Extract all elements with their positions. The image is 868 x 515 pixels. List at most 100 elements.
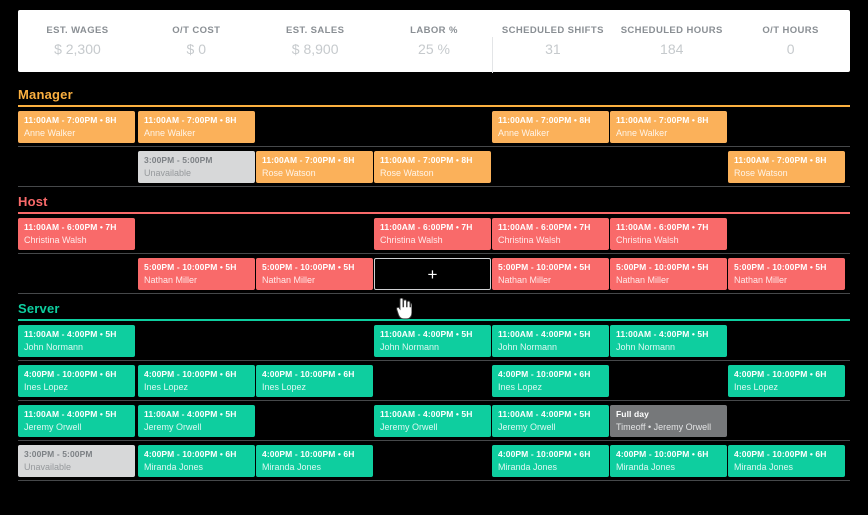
shift-cell[interactable]: 11:00AM - 4:00PM • 5H Jeremy Orwell: [374, 405, 491, 437]
stat-value: 0: [786, 41, 795, 57]
section-host: Host 11:00AM - 6:00PM • 7H Christina Walsh…: [0, 187, 868, 294]
shift-cell[interactable]: 4:00PM - 10:00PM • 6H Miranda Jones: [138, 445, 255, 477]
shift-time: 11:00AM - 4:00PM • 5H: [144, 409, 237, 419]
stat-est-wages: EST. WAGES $ 2,300: [18, 25, 137, 57]
shift-person: Christina Walsh: [380, 235, 443, 245]
shift-person: Anne Walker: [616, 128, 668, 138]
shift-person: John Normann: [616, 342, 676, 352]
shift-person: Anne Walker: [144, 128, 196, 138]
shift-cell[interactable]: 4:00PM - 10:00PM • 6H Ines Lopez: [492, 365, 609, 397]
shift-time: 5:00PM - 10:00PM • 5H: [262, 262, 355, 272]
shift-cell[interactable]: 11:00AM - 7:00PM • 8H Rose Watson: [256, 151, 373, 183]
stat-est-sales: EST. SALES $ 8,900: [256, 25, 375, 57]
shift-time: 4:00PM - 10:00PM • 6H: [262, 369, 355, 379]
shift-time: 11:00AM - 4:00PM • 5H: [380, 409, 473, 419]
shift-cell[interactable]: 4:00PM - 10:00PM • 6H Ines Lopez: [18, 365, 135, 397]
add-shift-cell[interactable]: +: [374, 258, 491, 290]
section-manager: Manager 11:00AM - 7:00PM • 8H Anne Walker 1…: [0, 80, 868, 187]
shift-cell[interactable]: 11:00AM - 4:00PM • 5H John Normann: [492, 325, 609, 357]
shift-cell[interactable]: 4:00PM - 10:00PM • 6H Miranda Jones: [610, 445, 727, 477]
schedule-page: EST. WAGES $ 2,300 O/T COST $ 0 EST. SALES $ …: [0, 0, 868, 515]
shift-person: Ines Lopez: [144, 382, 189, 392]
shift-cell[interactable]: 11:00AM - 7:00PM • 8H Anne Walker: [610, 111, 727, 143]
shift-cell[interactable]: 4:00PM - 10:00PM • 6H Ines Lopez: [728, 365, 845, 397]
shift-cell[interactable]: 11:00AM - 4:00PM • 5H John Normann: [374, 325, 491, 357]
shift-cell[interactable]: 11:00AM - 7:00PM • 8H Rose Watson: [374, 151, 491, 183]
shift-cell[interactable]: 5:00PM - 10:00PM • 5H Nathan Miller: [138, 258, 255, 290]
stat-label: EST. SALES: [285, 25, 345, 36]
shift-time: 4:00PM - 10:00PM • 6H: [262, 449, 355, 459]
section-title-server: Server: [18, 301, 60, 316]
shift-cell[interactable]: 11:00AM - 7:00PM • 8H Anne Walker: [138, 111, 255, 143]
unavailable-cell[interactable]: 3:00PM - 5:00PM Unavailable: [138, 151, 255, 183]
schedule-row-track: 11:00AM - 6:00PM • 7H Christina Walsh 11:0…: [18, 214, 850, 253]
shift-cell[interactable]: 11:00AM - 6:00PM • 7H Christina Walsh: [610, 218, 727, 250]
schedule-row-track: 4:00PM - 10:00PM • 6H Ines Lopez 4:00PM - …: [18, 361, 850, 400]
schedule-row: 11:00AM - 4:00PM • 5H Jeremy Orwell 11:00A…: [18, 401, 850, 441]
shift-time: 11:00AM - 6:00PM • 7H: [498, 222, 591, 232]
timeoff-cell[interactable]: Full day Timeoff • Jeremy Orwell: [610, 405, 727, 437]
shift-person: Anne Walker: [24, 128, 76, 138]
shift-cell[interactable]: 5:00PM - 10:00PM • 5H Nathan Miller: [256, 258, 373, 290]
shift-cell[interactable]: 11:00AM - 4:00PM • 5H John Normann: [610, 325, 727, 357]
shift-cell[interactable]: 11:00AM - 4:00PM • 5H John Normann: [18, 325, 135, 357]
stat-label: LABOR %: [410, 25, 458, 36]
shift-cell[interactable]: 11:00AM - 4:00PM • 5H Jeremy Orwell: [492, 405, 609, 437]
schedule-grid: Manager 11:00AM - 7:00PM • 8H Anne Walker 1…: [0, 80, 868, 481]
shift-person: Rose Watson: [734, 168, 788, 178]
shift-cell[interactable]: 11:00AM - 7:00PM • 8H Rose Watson: [728, 151, 845, 183]
schedule-row-track: 3:00PM - 5:00PM Unavailable 4:00PM - 10:00…: [18, 441, 850, 480]
shift-person: Anne Walker: [498, 128, 550, 138]
shift-time: 5:00PM - 10:00PM • 5H: [144, 262, 237, 272]
shift-cell[interactable]: 4:00PM - 10:00PM • 6H Miranda Jones: [492, 445, 609, 477]
schedule-row-track: 11:00AM - 4:00PM • 5H John Normann 11:00AM…: [18, 321, 850, 360]
shift-cell[interactable]: 11:00AM - 6:00PM • 7H Christina Walsh: [18, 218, 135, 250]
stat-label: O/T COST: [172, 25, 221, 36]
stat-scheduled-hours: SCHEDULED HOURS 184: [612, 25, 731, 57]
schedule-row-track: 11:00AM - 7:00PM • 8H Anne Walker 11:00AM …: [18, 107, 850, 146]
shift-time: 5:00PM - 10:00PM • 5H: [498, 262, 591, 272]
shift-time: 4:00PM - 10:00PM • 6H: [734, 369, 827, 379]
shift-person: Miranda Jones: [734, 462, 794, 472]
stat-value: 25 %: [418, 41, 450, 57]
shift-cell[interactable]: 4:00PM - 10:00PM • 6H Ines Lopez: [256, 365, 373, 397]
shift-time: 5:00PM - 10:00PM • 5H: [616, 262, 709, 272]
stat-value: $ 0: [186, 41, 207, 57]
shift-time: 11:00AM - 7:00PM • 8H: [24, 115, 117, 125]
shift-time: 11:00AM - 7:00PM • 8H: [262, 155, 355, 165]
shift-time: 11:00AM - 7:00PM • 8H: [734, 155, 827, 165]
shift-cell[interactable]: 11:00AM - 6:00PM • 7H Christina Walsh: [492, 218, 609, 250]
shift-person: Nathan Miller: [144, 275, 198, 285]
shift-person: Nathan Miller: [262, 275, 316, 285]
shift-cell[interactable]: 11:00AM - 4:00PM • 5H Jeremy Orwell: [138, 405, 255, 437]
shift-time: 4:00PM - 10:00PM • 6H: [144, 449, 237, 459]
shift-time: 11:00AM - 4:00PM • 5H: [616, 329, 709, 339]
shift-cell[interactable]: 4:00PM - 10:00PM • 6H Ines Lopez: [138, 365, 255, 397]
shift-cell[interactable]: 11:00AM - 7:00PM • 8H Anne Walker: [18, 111, 135, 143]
stat-label: EST. WAGES: [46, 25, 109, 36]
unavailable-cell[interactable]: 3:00PM - 5:00PM Unavailable: [18, 445, 135, 477]
shift-cell[interactable]: 11:00AM - 4:00PM • 5H Jeremy Orwell: [18, 405, 135, 437]
shift-cell[interactable]: 4:00PM - 10:00PM • 6H Miranda Jones: [728, 445, 845, 477]
shift-cell[interactable]: 11:00AM - 7:00PM • 8H Anne Walker: [492, 111, 609, 143]
shift-cell[interactable]: 4:00PM - 10:00PM • 6H Miranda Jones: [256, 445, 373, 477]
shift-cell[interactable]: 5:00PM - 10:00PM • 5H Nathan Miller: [610, 258, 727, 290]
shift-cell[interactable]: 11:00AM - 6:00PM • 7H Christina Walsh: [374, 218, 491, 250]
shift-time: 4:00PM - 10:00PM • 6H: [498, 369, 591, 379]
schedule-row-track: 5:00PM - 10:00PM • 5H Nathan Miller 5:00PM…: [18, 254, 850, 293]
schedule-row: 3:00PM - 5:00PM Unavailable 11:00AM - 7:00…: [18, 147, 850, 187]
shift-time: 4:00PM - 10:00PM • 6H: [734, 449, 827, 459]
stat-value: 184: [660, 41, 684, 57]
shift-time: 4:00PM - 10:00PM • 6H: [144, 369, 237, 379]
stat-value: $ 8,900: [291, 41, 339, 57]
shift-time: 4:00PM - 10:00PM • 6H: [498, 449, 591, 459]
shift-person: Nathan Miller: [498, 275, 552, 285]
stat-labor: LABOR % 25 %: [375, 25, 494, 57]
section-server: Server 11:00AM - 4:00PM • 5H John Normann 1…: [0, 294, 868, 481]
shift-cell[interactable]: 5:00PM - 10:00PM • 5H Nathan Miller: [728, 258, 845, 290]
shift-person: Jeremy Orwell: [498, 422, 556, 432]
shift-time: 11:00AM - 4:00PM • 5H: [24, 409, 117, 419]
shift-cell[interactable]: 5:00PM - 10:00PM • 5H Nathan Miller: [492, 258, 609, 290]
shift-person: Ines Lopez: [734, 382, 779, 392]
shift-person: Nathan Miller: [616, 275, 670, 285]
